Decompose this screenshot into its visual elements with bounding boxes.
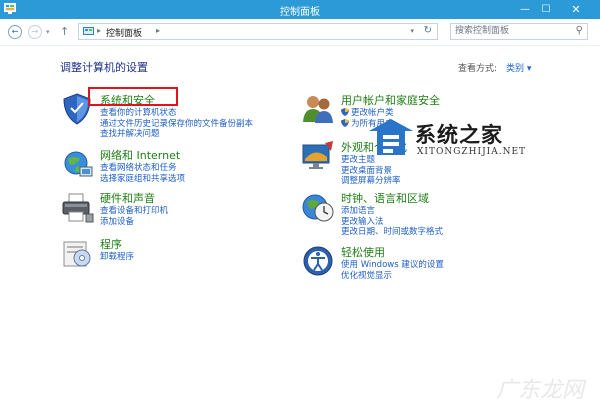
link-optimize-visual-display[interactable]: 优化视觉显示 bbox=[341, 271, 444, 282]
watermark-logo-icon bbox=[369, 119, 413, 155]
refresh-icon[interactable]: ↻ bbox=[424, 25, 432, 36]
address-dropdown-icon[interactable]: ▾ bbox=[410, 27, 414, 35]
link-add-language[interactable]: 添加语言 bbox=[341, 206, 443, 217]
page-heading: 调整计算机的设置 bbox=[60, 61, 148, 74]
maximize-button[interactable]: ☐ bbox=[536, 0, 556, 19]
link-change-input-method[interactable]: 更改输入法 bbox=[341, 217, 443, 228]
search-input[interactable] bbox=[451, 24, 565, 38]
close-button[interactable]: ✕ bbox=[556, 0, 596, 19]
corner-watermark: 广东龙网 bbox=[496, 378, 585, 403]
watermark-url: XITONGZHIJIA.NET bbox=[417, 147, 527, 157]
printer-icon[interactable] bbox=[60, 190, 94, 224]
up-button[interactable]: ↑ bbox=[60, 25, 69, 38]
category-title[interactable]: 网络和 Internet bbox=[100, 147, 180, 163]
link-homegroup-sharing[interactable]: 选择家庭组和共享选项 bbox=[100, 174, 185, 185]
link-troubleshoot[interactable]: 查找并解决问题 bbox=[100, 129, 253, 140]
category-title[interactable]: 硬件和声音 bbox=[100, 190, 155, 206]
minimize-button[interactable]: — bbox=[515, 0, 535, 19]
uac-shield-icon bbox=[341, 118, 349, 127]
watermark-title: 系统之家 bbox=[415, 123, 503, 147]
category-title[interactable]: 时钟、语言和区域 bbox=[341, 190, 429, 206]
link-change-date-time-format[interactable]: 更改日期、时间或数字格式 bbox=[341, 227, 443, 238]
programs-icon[interactable] bbox=[60, 236, 94, 270]
link-change-desktop-background[interactable]: 更改桌面背景 bbox=[341, 166, 401, 177]
address-separator-icon: ▸ bbox=[97, 26, 102, 35]
watermark: 系统之家 XITONGZHIJIA.NET bbox=[365, 113, 555, 163]
link-network-status[interactable]: 查看网络状态和任务 bbox=[100, 163, 185, 174]
window-title: 控制面板 bbox=[280, 7, 320, 18]
view-by-label: 查看方式: bbox=[458, 64, 498, 74]
appearance-icon[interactable] bbox=[301, 139, 335, 173]
link-add-device[interactable]: 添加设备 bbox=[100, 217, 168, 228]
link-file-history-backup[interactable]: 通过文件历史记录保存你的文件备份副本 bbox=[100, 119, 253, 130]
highlight-box bbox=[88, 87, 178, 106]
title-bar: 控制面板 — ☐ ✕ bbox=[0, 0, 600, 19]
back-button[interactable]: ← bbox=[8, 25, 22, 39]
search-icon[interactable]: ⚲ bbox=[576, 25, 583, 36]
uac-shield-icon bbox=[341, 108, 349, 116]
breadcrumb-control-panel[interactable]: 控制面板 bbox=[106, 26, 142, 39]
address-bar[interactable]: ▸ 控制面板 ▸ ▾ ↻ bbox=[78, 23, 438, 40]
category-title[interactable]: 轻松使用 bbox=[341, 244, 385, 260]
navigation-bar: ← → ▾ ↑ ▸ 控制面板 ▸ ▾ ↻ ⚲ bbox=[0, 19, 600, 46]
category-title[interactable]: 程序 bbox=[100, 236, 122, 252]
ease-access-icon[interactable] bbox=[301, 244, 335, 278]
search-box[interactable]: ⚲ bbox=[450, 23, 588, 40]
view-by-dropdown[interactable]: 类别 ▾ bbox=[506, 61, 531, 74]
link-devices-printers[interactable]: 查看设备和打印机 bbox=[100, 206, 168, 217]
link-adjust-resolution[interactable]: 调整屏幕分辨率 bbox=[341, 176, 401, 187]
link-use-recommended-settings[interactable]: 使用 Windows 建议的设置 bbox=[341, 260, 444, 271]
control-panel-icon bbox=[83, 27, 94, 35]
users-icon[interactable] bbox=[301, 92, 335, 126]
recent-locations-dropdown[interactable]: ▾ bbox=[46, 28, 50, 36]
network-icon[interactable] bbox=[60, 147, 94, 181]
breadcrumb-chevron-icon[interactable]: ▸ bbox=[156, 26, 160, 35]
link-uninstall-program[interactable]: 卸载程序 bbox=[100, 252, 134, 263]
forward-button[interactable]: → bbox=[28, 25, 42, 39]
link-check-computer-status[interactable]: 查看你的计算机状态 bbox=[100, 108, 253, 119]
category-title[interactable]: 用户帐户和家庭安全 bbox=[341, 92, 440, 108]
clock-globe-icon[interactable] bbox=[301, 190, 335, 224]
